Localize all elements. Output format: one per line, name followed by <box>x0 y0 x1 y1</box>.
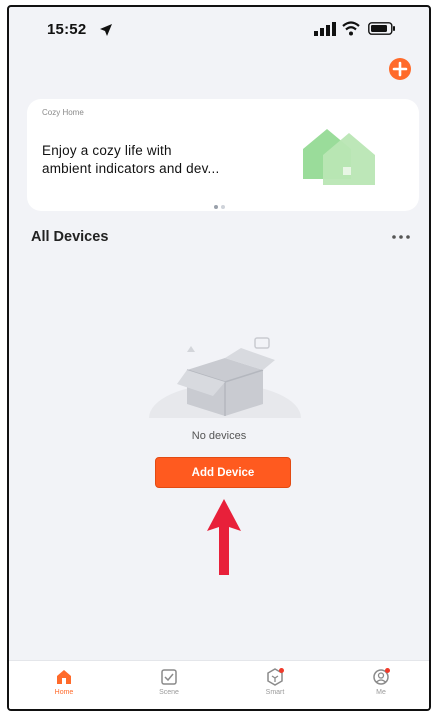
me-icon <box>373 668 390 685</box>
all-devices-title: All Devices <box>31 229 109 245</box>
carousel-dot <box>221 205 225 209</box>
no-devices-text: No devices <box>191 430 247 442</box>
phone-frame: 15:52 Cozy Home Enjoy a cozy life with a… <box>7 5 431 711</box>
tab-smart-label: Smart <box>265 689 285 696</box>
houses-illustration-icon <box>303 129 375 185</box>
home-icon <box>57 670 71 684</box>
battery-icon <box>368 22 395 35</box>
tab-me-label: Me <box>376 689 386 696</box>
red-arrow-up-icon <box>207 499 241 575</box>
tab-scene-label: Scene <box>159 689 179 696</box>
more-options-icon[interactable] <box>391 234 411 240</box>
status-time: 15:52 <box>47 21 87 38</box>
add-device-button[interactable]: Add Device <box>155 457 291 488</box>
location-arrow-icon <box>100 24 112 36</box>
tab-home-label: Home <box>54 689 74 696</box>
tab-home[interactable]: Home <box>34 667 94 696</box>
tab-bar: Home Scene Smart Me <box>9 660 429 709</box>
smart-icon <box>267 668 284 686</box>
tab-scene[interactable]: Scene <box>139 667 199 696</box>
banner-small-title: Cozy Home <box>42 108 84 117</box>
tab-smart[interactable]: Smart <box>245 667 305 696</box>
add-plus-button[interactable] <box>389 58 411 80</box>
promo-banner[interactable]: Cozy Home Enjoy a cozy life with ambient… <box>27 99 419 211</box>
scene-icon <box>161 669 177 685</box>
wifi-icon <box>342 21 360 36</box>
banner-text: Enjoy a cozy life with ambient indicator… <box>42 143 220 176</box>
status-bar: 15:52 <box>9 7 429 53</box>
plus-icon <box>392 61 408 77</box>
carousel-dot <box>214 205 218 209</box>
empty-box-illustration-icon <box>147 337 303 424</box>
cellular-signal-icon <box>314 22 336 36</box>
carousel-dots <box>214 196 228 214</box>
tab-me[interactable]: Me <box>351 667 411 696</box>
